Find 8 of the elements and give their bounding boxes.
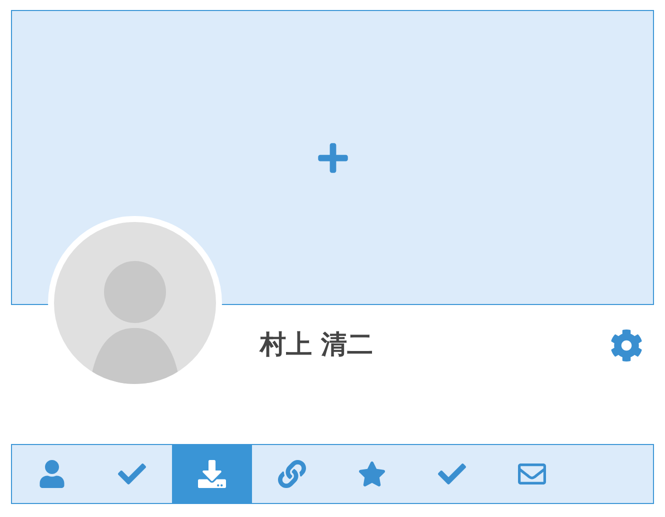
add-icon — [316, 140, 350, 174]
star-icon — [358, 460, 386, 488]
link-icon — [278, 460, 306, 488]
download-tab[interactable] — [172, 445, 252, 503]
user-icon — [38, 460, 66, 488]
profile-name: 村上 清二 — [260, 329, 374, 362]
settings-button[interactable] — [610, 329, 643, 362]
download-icon — [198, 460, 226, 488]
